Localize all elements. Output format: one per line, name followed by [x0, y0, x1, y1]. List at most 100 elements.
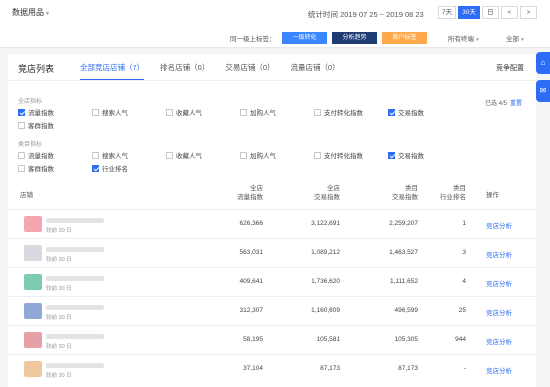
analyze-link[interactable]: 竞店分析 — [486, 336, 512, 346]
checkbox-search[interactable]: 搜索人气 — [92, 107, 128, 117]
side-menu-icon[interactable]: ⌂ — [536, 52, 550, 74]
range-30d-button[interactable]: 30天 — [458, 6, 480, 19]
checkbox-icon — [18, 108, 25, 116]
cell-cat-trade: 1,463,527 — [389, 249, 418, 256]
top-bar: 数据用品 ▾ 统计时间 2019 07 25 ~ 2019 08 23 7天 30… — [0, 0, 550, 48]
checkbox-label: 交易指数 — [398, 110, 424, 117]
category-select[interactable]: 数据用品 ▾ — [12, 7, 49, 18]
table-row: 较前 30 日 37,104 87,173 87,173 - 竞店分析 — [8, 354, 536, 382]
checkbox-label: 搜索人气 — [102, 153, 128, 160]
cell-flow: 58,195 — [243, 336, 263, 343]
group2-title: 类目指标 — [18, 142, 43, 148]
shop-avatar — [24, 303, 42, 319]
analyze-link[interactable]: 竞店分析 — [486, 249, 512, 259]
reset-link[interactable]: 重置 — [510, 101, 522, 107]
shop-name-blurred — [46, 276, 104, 281]
prev-button[interactable]: < — [500, 6, 518, 19]
cell-rank: 944 — [455, 336, 466, 343]
analyze-link[interactable]: 竞店分析 — [486, 365, 512, 375]
checkbox-icon — [388, 108, 395, 116]
checkbox-icon — [240, 151, 247, 159]
checkbox-cat-conv[interactable]: 支付转化指数 — [314, 150, 363, 160]
cell-cat-trade: 2,259,207 — [389, 220, 418, 227]
table-row: 较前 30 日 58,195 105,581 105,305 944 竞店分析 — [8, 325, 536, 353]
next-button[interactable]: > — [519, 6, 537, 19]
checkbox-cat-trade[interactable]: 交易指数 — [388, 150, 424, 160]
compare-row: 同一级上标签： 一级转化 分析趋势 商户标签 所有终端 ▾ 全部 ▾ — [0, 30, 550, 46]
group1-row2: 客群指数 — [18, 120, 518, 130]
cell-rank: - — [463, 365, 466, 372]
competitor-panel: 竞店列表 全部竞店店铺（7） 排名店铺（0） 交易店铺（0） 流量店铺（0） 竞… — [8, 54, 536, 387]
checkbox-label: 流量指数 — [28, 153, 54, 160]
selected-count: 已选 4/5 — [484, 101, 507, 107]
analyze-link[interactable]: 竞店分析 — [486, 307, 512, 317]
analyze-link[interactable]: 竞店分析 — [486, 278, 512, 288]
checkbox-conv[interactable]: 支付转化指数 — [314, 107, 363, 117]
scope-dropdown[interactable]: 全部 ▾ — [506, 33, 524, 43]
checkbox-label: 搜索人气 — [102, 110, 128, 117]
shop-sub: 较前 30 日 — [46, 228, 72, 234]
cell-cat-trade: 1,111,652 — [390, 278, 418, 285]
table-row: 较前 30 日 409,641 1,736,620 1,111,652 4 竞店… — [8, 267, 536, 295]
checkbox-cat-fav[interactable]: 收藏人气 — [166, 150, 202, 160]
group2-row2: 客群指数 行业排名 — [18, 163, 518, 173]
range-day-button[interactable]: 日 — [481, 6, 499, 19]
checkbox-fav[interactable]: 收藏人气 — [166, 107, 202, 117]
checkbox-cart[interactable]: 加购人气 — [240, 107, 276, 117]
tab-trade[interactable]: 交易店铺（0） — [225, 62, 274, 81]
col-trade[interactable]: 全店 交易指数 — [290, 184, 340, 202]
range-7d-button[interactable]: 7天 — [438, 6, 457, 19]
checkbox-cat-rank[interactable]: 行业排名 — [92, 163, 128, 173]
compare-label: 同一级上标签： — [230, 36, 276, 43]
checkbox-label: 收藏人气 — [176, 153, 202, 160]
tab-flow[interactable]: 流量店铺（0） — [291, 62, 340, 81]
terminal-dropdown[interactable]: 所有终端 ▾ — [448, 33, 479, 43]
chip-conversion[interactable]: 一级转化 — [282, 32, 327, 44]
cell-flow: 37,104 — [243, 365, 263, 372]
tab-bar: 全部竞店店铺（7） 排名店铺（0） 交易店铺（0） 流量店铺（0） — [80, 62, 340, 81]
checkbox-icon — [92, 164, 99, 172]
cell-rank: 4 — [462, 278, 466, 285]
checkbox-cat-cart[interactable]: 加购人气 — [240, 150, 276, 160]
checkbox-icon — [18, 121, 25, 129]
group2-row1: 流量指数 搜索人气 收藏人气 加购人气 支付转化指数 交易指数 — [18, 150, 518, 160]
shop-name-blurred — [46, 247, 104, 252]
config-button[interactable]: 竞争配置 — [496, 63, 524, 73]
shop-name-blurred — [46, 218, 104, 223]
checkbox-trade[interactable]: 交易指数 — [388, 107, 424, 117]
chevron-down-icon: ▾ — [521, 37, 524, 43]
checkbox-icon — [18, 151, 25, 159]
checkbox-label: 客群指数 — [28, 123, 54, 130]
range-buttons: 7天 30天 日 < > — [438, 6, 537, 19]
chip-trend[interactable]: 分析趋势 — [332, 32, 377, 44]
checkbox-cat-search[interactable]: 搜索人气 — [92, 150, 128, 160]
col-shop: 店铺 — [20, 192, 33, 199]
col-rank[interactable]: 类目 行业排名 — [416, 184, 466, 202]
tab-all[interactable]: 全部竞店店铺（7） — [80, 62, 145, 81]
selected-info: 已选 4/5 重置 — [485, 98, 522, 107]
tab-rank[interactable]: 排名店铺（0） — [160, 62, 209, 81]
shop-avatar — [24, 274, 42, 290]
cell-trade: 3,122,691 — [311, 220, 340, 227]
shop-name-blurred — [46, 334, 104, 339]
checkbox-label: 加购人气 — [250, 110, 276, 117]
analyze-link[interactable]: 竞店分析 — [486, 220, 512, 230]
shop-sub: 较前 30 日 — [46, 257, 72, 263]
col-cat-trade[interactable]: 类目 交易指数 — [368, 184, 418, 202]
table-row: 较前 30 日 563,031 1,089,212 1,463,527 3 竞店… — [8, 238, 536, 266]
cell-rank: 25 — [458, 307, 466, 314]
cell-cat-trade: 496,599 — [394, 307, 419, 314]
shop-sub: 较前 30 日 — [46, 315, 72, 321]
checkbox-cat-flow[interactable]: 流量指数 — [18, 150, 54, 160]
checkbox-flow[interactable]: 流量指数 — [18, 107, 54, 117]
shop-sub: 较前 30 日 — [46, 344, 72, 350]
checkbox-customer[interactable]: 客群指数 — [18, 120, 54, 130]
table-row: 较前 30 日 312,307 1,160,609 496,599 25 竞店分… — [8, 296, 536, 324]
shop-avatar — [24, 332, 42, 348]
side-chat-icon[interactable]: ✉ — [536, 80, 550, 102]
chip-merchant[interactable]: 商户标签 — [382, 32, 427, 44]
checkbox-label: 支付转化指数 — [324, 110, 363, 117]
shop-name-blurred — [46, 363, 104, 368]
col-flow[interactable]: 全店 流量指数 — [213, 184, 263, 202]
checkbox-cat-customer[interactable]: 客群指数 — [18, 163, 54, 173]
